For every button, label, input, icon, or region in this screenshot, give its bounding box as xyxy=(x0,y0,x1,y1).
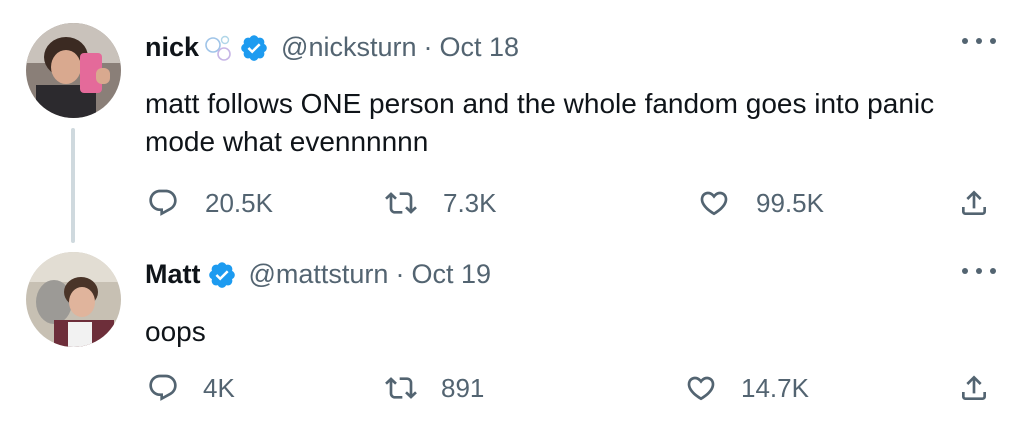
display-name[interactable]: nick xyxy=(145,32,199,63)
tweet[interactable]: nick @nicksturn · Oct 18 matt follows ON… xyxy=(0,0,1024,243)
avatar[interactable] xyxy=(26,23,121,118)
more-options-icon[interactable] xyxy=(962,31,996,51)
separator: · xyxy=(423,32,433,62)
reply-count: 4K xyxy=(203,372,235,403)
separator: · xyxy=(395,259,405,289)
handle[interactable]: @nicksturn xyxy=(281,32,416,63)
retweet-count: 891 xyxy=(441,372,485,403)
like-count: 14.7K xyxy=(741,372,809,403)
tweet-text: oops xyxy=(145,316,206,347)
reply-button[interactable]: 4K xyxy=(147,368,235,408)
reply-count: 20.5K xyxy=(205,187,273,218)
verified-badge-icon xyxy=(207,260,237,290)
retweet-count: 7.3K xyxy=(443,187,497,218)
thread-line xyxy=(71,128,75,243)
timestamp[interactable]: Oct 18 xyxy=(439,32,519,63)
like-button[interactable]: 14.7K xyxy=(685,368,809,408)
tweet-header: Matt @mattsturn · Oct 19 xyxy=(145,259,491,290)
heart-icon xyxy=(687,376,715,401)
share-icon xyxy=(962,375,986,400)
retweet-icon xyxy=(385,377,417,399)
retweet-button[interactable]: 7.3K xyxy=(385,183,497,223)
handle[interactable]: @mattsturn xyxy=(249,259,389,290)
tweet-actions: 4K 891 14.7K xyxy=(145,368,995,408)
tweet-header: nick @nicksturn · Oct 18 xyxy=(145,32,519,63)
share-button[interactable] xyxy=(958,368,990,408)
reply-icon xyxy=(149,374,177,401)
heart-icon xyxy=(700,191,728,216)
like-button[interactable]: 99.5K xyxy=(698,183,824,223)
like-count: 99.5K xyxy=(756,187,824,218)
tweet-actions: 20.5K 7.3K 99.5K xyxy=(145,183,995,223)
timestamp[interactable]: Oct 19 xyxy=(411,259,491,290)
retweet-button[interactable]: 891 xyxy=(385,368,484,408)
display-name[interactable]: Matt xyxy=(145,259,201,290)
retweet-icon xyxy=(385,192,417,214)
avatar[interactable] xyxy=(26,252,121,347)
verified-badge-icon xyxy=(239,33,269,63)
reply-button[interactable]: 20.5K xyxy=(147,183,273,223)
tweet-text: matt follows ONE person and the whole fa… xyxy=(145,88,935,157)
reply-icon xyxy=(149,189,177,216)
more-options-icon[interactable] xyxy=(962,261,996,281)
share-button[interactable] xyxy=(958,183,990,223)
tweet[interactable]: Matt @mattsturn · Oct 19 oops 4K 891 14.… xyxy=(0,240,1024,430)
share-icon xyxy=(962,190,986,215)
bubbles-emoji-icon xyxy=(203,33,233,63)
